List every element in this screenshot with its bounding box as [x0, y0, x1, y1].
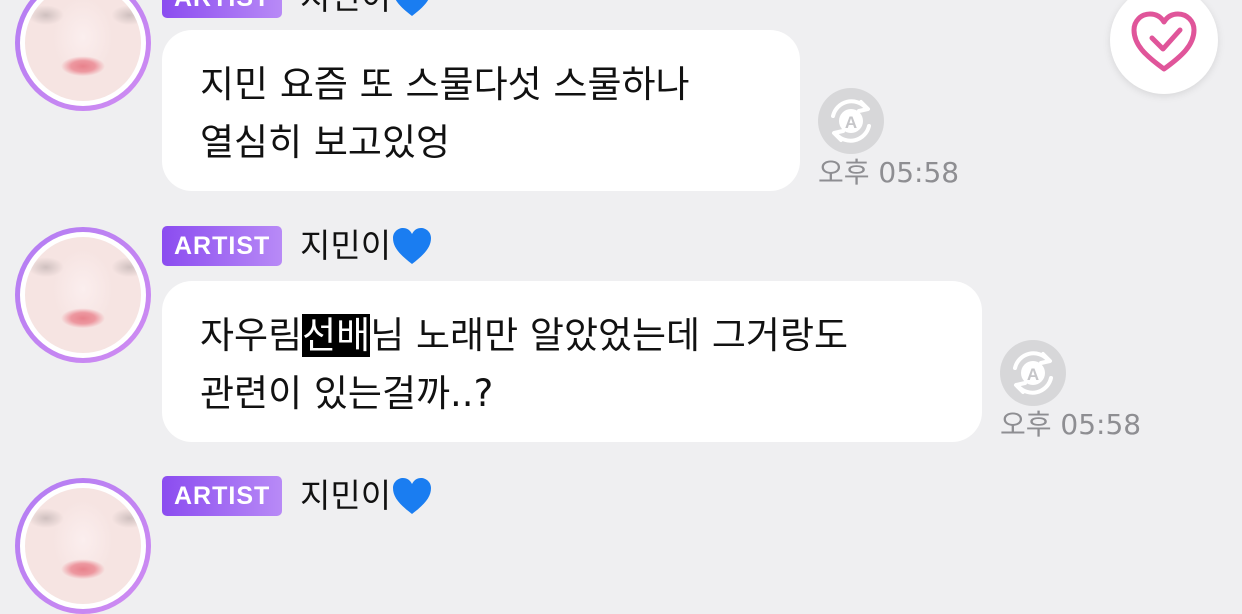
message-text: 자우림 — [200, 314, 303, 357]
highlighted-text[interactable]: 선배 — [302, 314, 371, 357]
blue-heart-icon — [395, 0, 429, 16]
translate-icon: A — [1013, 351, 1053, 395]
author-name: 지민이 — [300, 226, 433, 266]
message-line: 자우림선배님 노래만 알았었는데 그거랑도 — [200, 307, 946, 365]
heart-outline-icon — [1131, 11, 1197, 72]
message-bubble[interactable]: 자우림선배님 노래만 알았었는데 그거랑도 관련이 있는걸까..? — [162, 281, 982, 442]
timestamp: 오후 05:58 — [1000, 408, 1142, 441]
avatar[interactable] — [15, 0, 151, 111]
author-name-text: 지민이 — [300, 226, 392, 265]
author-name: 지민이 — [300, 476, 433, 516]
message-bubble[interactable]: 지민 요즘 또 스물다섯 스물하나 열심히 보고있엉 — [162, 30, 800, 191]
author-name-text: 지민이 — [300, 476, 392, 515]
translate-button[interactable]: A — [1000, 340, 1066, 406]
artist-badge: ARTIST — [162, 226, 283, 266]
avatar[interactable] — [15, 227, 151, 363]
artist-badge: ARTIST — [162, 476, 283, 516]
message-text: 님 노래만 알았었는데 그거랑도 — [370, 314, 849, 357]
message-line: 열심히 보고있엉 — [200, 121, 451, 164]
svg-text:A: A — [1027, 365, 1039, 384]
like-button[interactable] — [1110, 0, 1218, 94]
author-name-text: 지민이 — [300, 0, 391, 17]
blue-heart-icon — [393, 478, 432, 514]
message-line: 지민 요즘 또 스물다섯 스물하나 — [200, 63, 690, 106]
svg-text:A: A — [845, 113, 857, 132]
message-line: 관련이 있는걸까..? — [200, 372, 494, 415]
artist-badge: ARTIST — [162, 0, 283, 18]
avatar[interactable] — [15, 478, 151, 614]
translate-icon: A — [831, 99, 871, 143]
translate-button[interactable]: A — [818, 88, 884, 154]
timestamp: 오후 05:58 — [818, 156, 960, 189]
author-name: 지민이 — [300, 0, 433, 18]
blue-heart-icon — [393, 228, 432, 264]
